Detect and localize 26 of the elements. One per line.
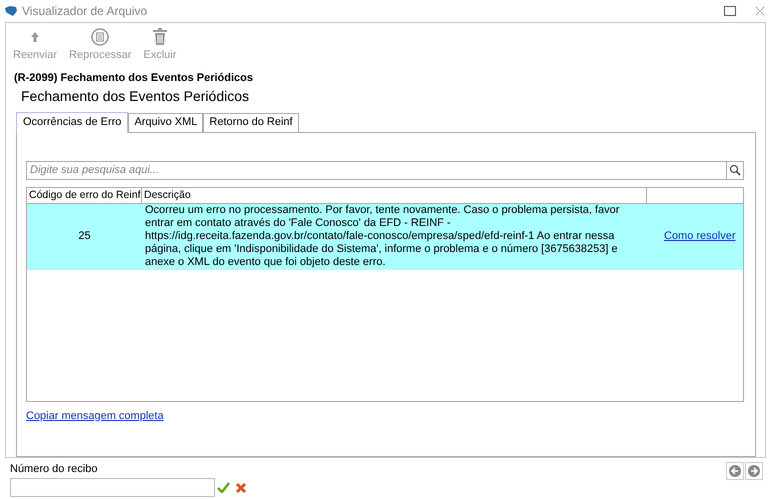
record-subtitle: Fechamento dos Eventos Periódicos xyxy=(21,86,250,104)
receipt-field[interactable] xyxy=(10,478,215,497)
resolve-link[interactable]: Como resolver xyxy=(664,228,736,245)
next-button[interactable] xyxy=(745,462,763,480)
tab[interactable]: Arquivo XML xyxy=(128,112,204,132)
trash-icon xyxy=(152,26,168,46)
close-button[interactable] xyxy=(754,5,766,17)
copy-message-link[interactable]: Copiar mensagem completa xyxy=(26,408,164,424)
field-label: Número do recibo xyxy=(10,462,98,476)
record-heading: (R-2099) Fechamento dos Eventos Periódicos xyxy=(14,71,254,86)
app-logo-icon xyxy=(4,5,18,17)
window-title: Visualizador de Arquivo xyxy=(22,3,148,20)
cancel-icon[interactable] xyxy=(234,482,246,494)
tab[interactable]: Ocorrências de Erro xyxy=(16,112,128,132)
table-row[interactable] xyxy=(27,204,743,270)
tab[interactable]: Retorno do Reinf xyxy=(203,112,299,132)
search-icon[interactable] xyxy=(727,160,744,180)
table-cell-text: Ocorreu um erro no processamento. Por favor, tente novamente. Caso o problema persista, favor entrar em contato através do 'Fale Conosco' da EFD - REINF - https://idg.receita.fazenda.gov.br/contato/fale-conosco/empresa/sped/efd-reinf-1 Ao entrar nessa página, clique em 'Indisponibilidade do Sistema', informe o problema e o número [3675638253] e anexe o XML do evento que foi objeto deste erro. xyxy=(144,204,620,269)
restore-button[interactable] xyxy=(724,6,736,16)
circle-list-icon xyxy=(89,26,112,46)
column-header: Código de erro do Reinf xyxy=(27,188,142,202)
check-icon[interactable] xyxy=(217,482,230,493)
search-field[interactable]: Digite sua pesquisa aqui... xyxy=(26,160,727,180)
column-header: Descrição xyxy=(142,188,647,202)
table-cell-text: 25 xyxy=(77,229,92,244)
previous-button[interactable] xyxy=(726,462,744,480)
